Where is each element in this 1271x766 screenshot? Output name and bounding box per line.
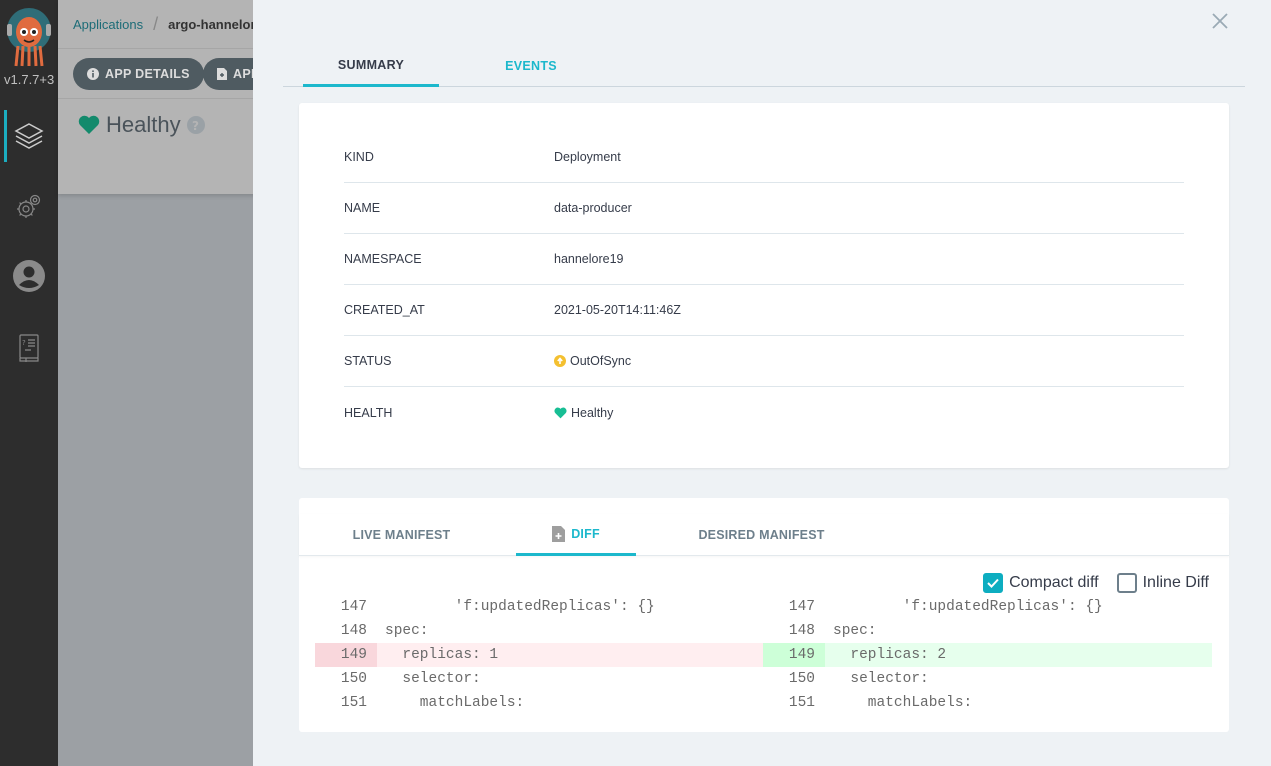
help-book-icon: ? [19, 334, 39, 362]
nav-documentation[interactable]: ? [0, 322, 58, 374]
line-number: 147 [340, 599, 367, 615]
question-icon[interactable]: ? [186, 116, 205, 134]
line-number: 150 [788, 671, 815, 687]
summary-row-kind: KIND Deployment [344, 132, 1184, 183]
summary-row-created-at: CREATED_AT 2021-05-20T14:11:46Z [344, 285, 1184, 336]
code-text: replicas: 2 [825, 643, 1212, 667]
code-text: matchLabels: [385, 695, 525, 711]
nav-applications[interactable] [0, 110, 58, 162]
breadcrumb: Applications / argo-hannelore19 [73, 14, 277, 35]
diff-line-removed: 149 replicas: 1 [315, 643, 763, 667]
field-label: NAMESPACE [344, 252, 422, 266]
inline-diff-label: Inline Diff [1142, 574, 1209, 591]
argo-logo[interactable] [4, 6, 54, 68]
diff-line: 147 'f:updatedReplicas': {} [315, 595, 763, 619]
app-health-status: Healthy ? [78, 112, 205, 138]
diff-line-added: 149 replicas: 2 [763, 643, 1212, 667]
field-label: KIND [344, 150, 374, 164]
field-value: hannelore19 [554, 252, 624, 266]
user-icon [13, 260, 45, 292]
summary-card: KIND Deployment NAME data-producer NAMES… [299, 103, 1229, 468]
checkbox-checked[interactable] [983, 573, 1004, 593]
code-text: 'f:updatedReplicas': {} [385, 599, 655, 615]
code-text: 'f:updatedReplicas': {} [833, 599, 1103, 615]
diff-line: 151 matchLabels: [315, 691, 763, 715]
tab-events[interactable]: EVENTS [463, 46, 599, 86]
layers-icon [14, 123, 44, 149]
app-details-button[interactable]: APP DETAILS [73, 58, 204, 90]
line-number: 151 [788, 695, 815, 711]
field-value: OutOfSync [554, 354, 631, 368]
gears-icon [17, 194, 41, 218]
nav-settings[interactable] [0, 180, 58, 232]
summary-row-namespace: NAMESPACE hannelore19 [344, 234, 1184, 285]
diff-line: 151 matchLabels: [763, 691, 1212, 715]
sidebar: v1.7.7+3 ? [0, 0, 58, 766]
breadcrumb-separator: / [153, 14, 159, 34]
panel-tabs: SUMMARY EVENTS [283, 46, 1245, 87]
field-label: NAME [344, 201, 381, 215]
compact-diff-checkbox[interactable]: Compact diff [983, 573, 1099, 593]
checkbox-unchecked[interactable] [1116, 573, 1137, 593]
line-number: 148 [340, 623, 367, 639]
code-text: spec: [833, 623, 877, 639]
tab-diff[interactable]: DIFF [516, 514, 636, 556]
line-number: 150 [340, 671, 367, 687]
breadcrumb-applications[interactable]: Applications [73, 17, 143, 32]
close-icon [1212, 13, 1228, 29]
app-details-label: APP DETAILS [105, 67, 190, 81]
info-icon [87, 68, 99, 80]
nav-user-info[interactable] [0, 250, 58, 302]
code-text: spec: [385, 623, 429, 639]
status-value: OutOfSync [570, 354, 632, 368]
line-number: 149 [315, 643, 377, 667]
summary-row-name: NAME data-producer [344, 183, 1184, 234]
code-text: selector: [833, 671, 929, 687]
manifest-tabs: LIVE MANIFEST DIFF DESIRED MANIFEST [299, 514, 1229, 556]
code-text: replicas: 1 [377, 643, 763, 667]
health-value: Healthy [571, 405, 614, 420]
field-label: STATUS [344, 354, 392, 368]
check-icon [987, 578, 999, 588]
file-diff-icon [217, 68, 227, 80]
line-number: 147 [788, 599, 815, 615]
version-label: v1.7.7+3 [4, 72, 55, 87]
heart-icon [554, 407, 567, 418]
field-value: Deployment [554, 150, 621, 164]
diff-line: 150 selector: [763, 667, 1212, 691]
line-number: 148 [788, 623, 815, 639]
summary-row-status: STATUS OutOfSync [344, 336, 1184, 387]
code-text: selector: [385, 671, 481, 687]
line-number: 151 [340, 695, 367, 711]
field-label: CREATED_AT [344, 303, 425, 317]
field-value: Healthy [554, 406, 613, 420]
tab-desired-manifest[interactable]: DESIRED MANIFEST [679, 514, 844, 555]
compact-diff-label: Compact diff [1009, 574, 1099, 591]
diff-line: 147 'f:updatedReplicas': {} [763, 595, 1212, 619]
tab-summary[interactable]: SUMMARY [303, 46, 439, 87]
diff-options: Compact diff Inline Diff [983, 573, 1209, 593]
svg-text:?: ? [22, 339, 26, 347]
close-panel-button[interactable] [1211, 12, 1229, 30]
field-label: HEALTH [344, 405, 393, 420]
inline-diff-checkbox[interactable]: Inline Diff [1116, 573, 1209, 593]
tab-live-manifest[interactable]: LIVE MANIFEST [319, 514, 484, 555]
diff-line: 148 spec: [315, 619, 763, 643]
arrow-up-circle-icon [554, 355, 566, 367]
field-value: data-producer [554, 201, 632, 215]
code-text: matchLabels: [833, 695, 973, 711]
field-value: 2021-05-20T14:11:46Z [554, 303, 681, 317]
manifest-card: LIVE MANIFEST DIFF DESIRED MANIFEST Comp… [299, 498, 1229, 732]
summary-row-health: HEALTH Healthy [344, 387, 1184, 438]
heart-icon [78, 115, 100, 134]
app-health-label: Healthy [106, 112, 181, 137]
diff-line: 148 spec: [763, 619, 1212, 643]
file-diff-icon [552, 525, 566, 542]
line-number: 149 [763, 643, 825, 667]
tab-diff-label: DIFF [571, 526, 600, 541]
svg-text:?: ? [192, 119, 199, 133]
diff-line: 150 selector: [315, 667, 763, 691]
